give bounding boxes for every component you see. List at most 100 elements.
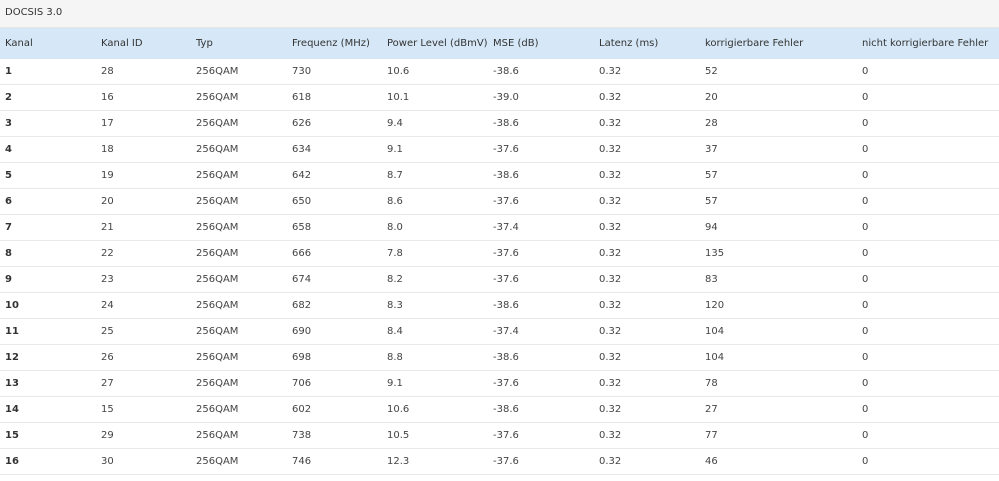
table-row: 3 17 256QAM 626 9.4 -38.6 0.32 28 0 [0, 110, 999, 136]
cell-mse: -38.6 [493, 117, 519, 129]
cell-frequenz: 650 [292, 195, 312, 207]
cell-latenz: 0.32 [599, 169, 622, 181]
cell-kanal-id: 24 [101, 299, 114, 311]
cell-power-level: 10.5 [387, 429, 410, 441]
cell-mse: -37.6 [493, 195, 519, 207]
cell-mse: -37.6 [493, 455, 519, 467]
cell-power-level: 8.7 [387, 169, 403, 181]
cell-kanal: 8 [5, 247, 12, 259]
cell-kanal: 11 [5, 325, 19, 337]
cell-typ: 256QAM [196, 169, 239, 181]
cell-typ: 256QAM [196, 91, 239, 103]
cell-kanal-id: 20 [101, 195, 114, 207]
cell-power-level: 10.6 [387, 65, 410, 77]
cell-typ: 256QAM [196, 325, 239, 337]
cell-mse: -37.6 [493, 273, 519, 285]
column-header-nicht-korrigierbare-fehler: nicht korrigierbare Fehler [862, 38, 989, 49]
cell-korrigierbare-fehler: 37 [705, 143, 718, 155]
table-row: 9 23 256QAM 674 8.2 -37.6 0.32 83 0 [0, 266, 999, 292]
cell-kanal-id: 22 [101, 247, 114, 259]
cell-mse: -37.4 [493, 221, 519, 233]
table-row: 1 28 256QAM 730 10.6 -38.6 0.32 52 0 [0, 59, 999, 84]
cell-korrigierbare-fehler: 77 [705, 429, 718, 441]
cell-korrigierbare-fehler: 83 [705, 273, 718, 285]
cell-nicht-korrigierbare-fehler: 0 [862, 143, 869, 155]
cell-frequenz: 698 [292, 351, 312, 363]
cell-mse: -38.6 [493, 65, 519, 77]
cell-latenz: 0.32 [599, 325, 622, 337]
column-header-korrigierbare-fehler: korrigierbare Fehler [705, 38, 804, 49]
cell-korrigierbare-fehler: 46 [705, 455, 718, 467]
column-header-latenz: Latenz (ms) [599, 38, 659, 49]
cell-kanal-id: 18 [101, 143, 114, 155]
cell-nicht-korrigierbare-fehler: 0 [862, 455, 869, 467]
cell-power-level: 8.2 [387, 273, 403, 285]
cell-frequenz: 642 [292, 169, 312, 181]
table-row: 5 19 256QAM 642 8.7 -38.6 0.32 57 0 [0, 162, 999, 188]
cell-korrigierbare-fehler: 28 [705, 117, 718, 129]
cell-mse: -37.6 [493, 247, 519, 259]
column-header-kanal-id: Kanal ID [101, 38, 143, 49]
table-row: 12 26 256QAM 698 8.8 -38.6 0.32 104 0 [0, 344, 999, 370]
cell-kanal: 1 [5, 65, 12, 77]
cell-frequenz: 602 [292, 403, 312, 415]
cell-latenz: 0.32 [599, 195, 622, 207]
cell-latenz: 0.32 [599, 403, 622, 415]
cell-power-level: 8.8 [387, 351, 403, 363]
cell-nicht-korrigierbare-fehler: 0 [862, 91, 869, 103]
table-row: 16 30 256QAM 746 12.3 -37.6 0.32 46 0 [0, 448, 999, 474]
cell-frequenz: 690 [292, 325, 312, 337]
cell-mse: -38.6 [493, 351, 519, 363]
table-row: 6 20 256QAM 650 8.6 -37.6 0.32 57 0 [0, 188, 999, 214]
cell-korrigierbare-fehler: 94 [705, 221, 718, 233]
cell-korrigierbare-fehler: 20 [705, 91, 718, 103]
cell-kanal-id: 19 [101, 169, 114, 181]
cell-power-level: 9.1 [387, 143, 403, 155]
cell-kanal-id: 17 [101, 117, 114, 129]
cell-frequenz: 682 [292, 299, 312, 311]
cell-korrigierbare-fehler: 57 [705, 169, 718, 181]
cell-latenz: 0.32 [599, 91, 622, 103]
cell-kanal-id: 28 [101, 65, 114, 77]
cell-korrigierbare-fehler: 57 [705, 195, 718, 207]
column-header-mse: MSE (dB) [493, 38, 539, 49]
cell-frequenz: 738 [292, 429, 312, 441]
cell-nicht-korrigierbare-fehler: 0 [862, 377, 869, 389]
cell-typ: 256QAM [196, 221, 239, 233]
cell-typ: 256QAM [196, 299, 239, 311]
cell-frequenz: 730 [292, 65, 312, 77]
channel-table: Kanal Kanal ID Typ Frequenz (MHz) Power … [0, 28, 999, 475]
docsis-page: DOCSIS 3.0 Kanal Kanal ID Typ Frequenz (… [0, 0, 999, 481]
cell-typ: 256QAM [196, 429, 239, 441]
cell-mse: -39.0 [493, 91, 519, 103]
cell-latenz: 0.32 [599, 247, 622, 259]
cell-latenz: 0.32 [599, 273, 622, 285]
cell-mse: -38.6 [493, 403, 519, 415]
cell-mse: -37.6 [493, 377, 519, 389]
cell-frequenz: 626 [292, 117, 312, 129]
cell-typ: 256QAM [196, 117, 239, 129]
cell-nicht-korrigierbare-fehler: 0 [862, 325, 869, 337]
cell-kanal-id: 15 [101, 403, 114, 415]
cell-nicht-korrigierbare-fehler: 0 [862, 221, 869, 233]
cell-nicht-korrigierbare-fehler: 0 [862, 403, 869, 415]
cell-kanal-id: 27 [101, 377, 114, 389]
cell-korrigierbare-fehler: 104 [705, 325, 725, 337]
cell-power-level: 8.6 [387, 195, 403, 207]
section-title: DOCSIS 3.0 [0, 0, 999, 28]
cell-frequenz: 674 [292, 273, 312, 285]
cell-latenz: 0.32 [599, 351, 622, 363]
cell-mse: -38.6 [493, 299, 519, 311]
cell-latenz: 0.32 [599, 117, 622, 129]
cell-latenz: 0.32 [599, 299, 622, 311]
cell-mse: -38.6 [493, 169, 519, 181]
cell-kanal: 15 [5, 429, 19, 441]
cell-kanal: 4 [5, 143, 12, 155]
cell-mse: -37.6 [493, 143, 519, 155]
cell-kanal-id: 26 [101, 351, 114, 363]
table-row: 10 24 256QAM 682 8.3 -38.6 0.32 120 0 [0, 292, 999, 318]
cell-typ: 256QAM [196, 143, 239, 155]
cell-power-level: 9.1 [387, 377, 403, 389]
cell-kanal: 10 [5, 299, 19, 311]
cell-nicht-korrigierbare-fehler: 0 [862, 247, 869, 259]
